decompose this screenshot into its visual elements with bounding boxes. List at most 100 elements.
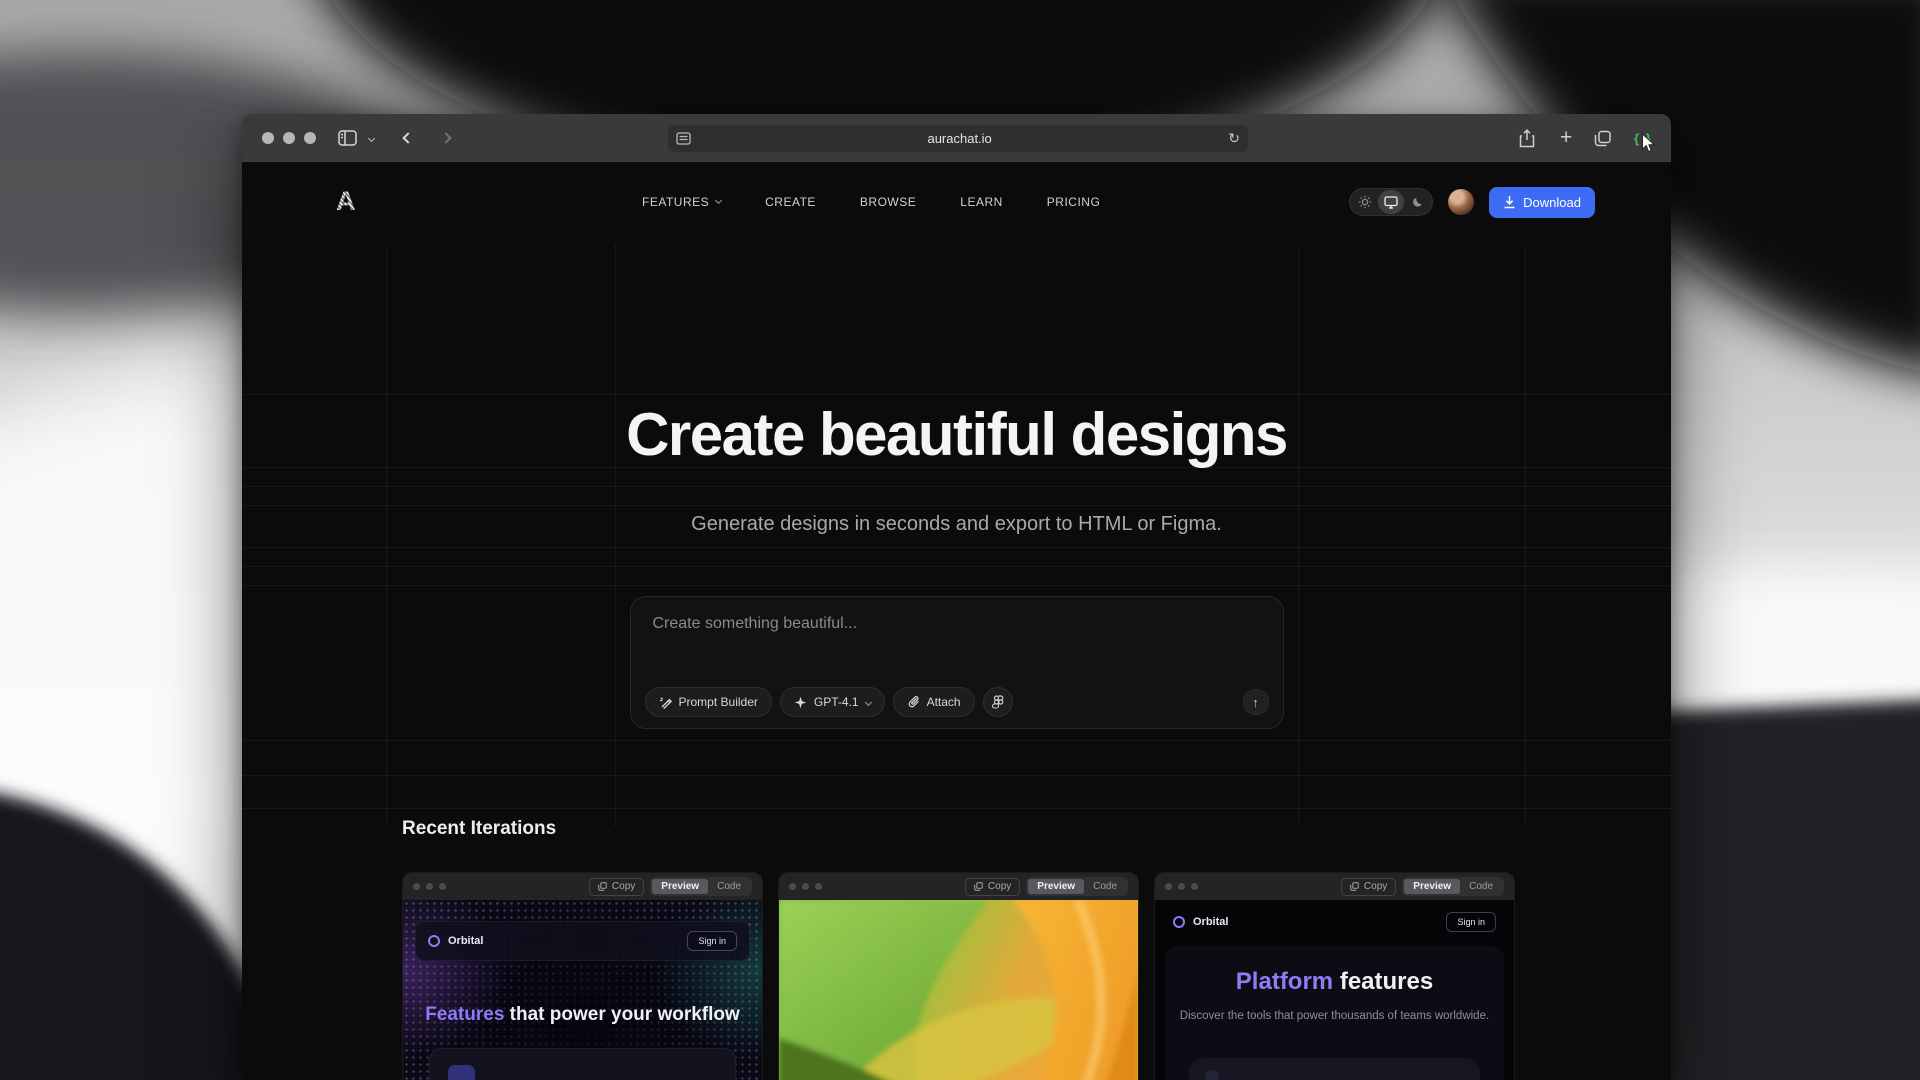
window-dot-icon — [1165, 883, 1172, 890]
preview-subtitle: Discover the tools that power thousands … — [1165, 1010, 1504, 1022]
preview-panel-button — [448, 1065, 475, 1080]
page-title: Create beautiful designs — [242, 400, 1671, 469]
nav-item-create[interactable]: CREATE — [765, 195, 816, 209]
copy-button[interactable]: Copy — [1341, 878, 1396, 896]
nav-right-controls: Download — [1349, 162, 1595, 242]
view-switcher: Preview Code — [650, 877, 752, 896]
window-dot-icon — [1178, 883, 1185, 890]
reload-icon[interactable]: ↻ — [1228, 130, 1240, 147]
nav-item-pricing[interactable]: PRICING — [1047, 195, 1101, 209]
signin-button[interactable]: Sign in — [1446, 912, 1496, 932]
iteration-card-3[interactable]: Copy Preview Code Orbital Sign in — [1154, 872, 1515, 1080]
window-dot-icon — [789, 883, 796, 890]
code-tab[interactable]: Code — [708, 879, 750, 894]
share-icon[interactable] — [1519, 114, 1535, 162]
recent-iterations-title: Recent Iterations — [402, 818, 556, 840]
address-bar[interactable]: aurachat.io ↻ — [667, 124, 1249, 153]
mouse-cursor — [1641, 133, 1658, 154]
sun-icon — [1358, 195, 1372, 209]
theme-dark-button[interactable] — [1404, 190, 1430, 214]
gradient-artwork — [779, 900, 1138, 1080]
orbital-logo-icon — [428, 935, 440, 947]
orbital-logo-icon — [1173, 916, 1185, 928]
back-button[interactable] — [404, 114, 412, 162]
card-toolbar: Copy Preview Code — [1155, 873, 1514, 900]
window-dot-icon — [1191, 883, 1198, 890]
preview-tab[interactable]: Preview — [1028, 879, 1084, 894]
prompt-input[interactable] — [651, 613, 1251, 673]
card-toolbar: Copy Preview Code — [779, 873, 1138, 900]
recent-cards-row: Copy Preview Code Orbital Sign in — [402, 872, 1515, 1080]
browser-window: aurachat.io ↻ + { } — [242, 114, 1671, 1080]
code-tab[interactable]: Code — [1084, 879, 1126, 894]
prompt-builder-button[interactable]: Prompt Builder — [645, 687, 772, 717]
figma-icon — [992, 695, 1004, 709]
browser-toolbar: aurachat.io ↻ + { } — [242, 114, 1671, 162]
prompt-toolbar: Prompt Builder GPT-4.1 Attach — [645, 687, 1269, 717]
copy-icon — [598, 882, 607, 891]
preview-navbar: Orbital Sign in — [415, 921, 750, 961]
page-subtitle: Generate designs in seconds and export t… — [242, 513, 1671, 536]
iteration-card-2[interactable]: Copy Preview Code — [778, 872, 1139, 1080]
webpage: A FEATURES CREATE BROWSE LEARN PRICING — [242, 162, 1671, 1080]
iteration-card-1[interactable]: Copy Preview Code Orbital Sign in — [402, 872, 763, 1080]
nav-item-learn[interactable]: LEARN — [960, 195, 1003, 209]
figma-export-button[interactable] — [983, 687, 1013, 717]
traffic-lights — [262, 132, 316, 144]
download-button[interactable]: Download — [1489, 187, 1595, 218]
theme-light-button[interactable] — [1352, 190, 1378, 214]
window-dot-icon — [439, 883, 446, 890]
site-logo[interactable]: A — [336, 186, 356, 217]
model-select-button[interactable]: GPT-4.1 — [780, 687, 885, 717]
preview-heading: Features that power your workflow — [403, 1004, 762, 1026]
attach-button[interactable]: Attach — [893, 687, 975, 717]
chevron-down-icon — [715, 197, 722, 204]
view-switcher: Preview Code — [1402, 877, 1504, 896]
preview-panel: Platform features Discover the tools tha… — [1165, 946, 1504, 1080]
nav-item-features[interactable]: FEATURES — [642, 195, 721, 209]
sidebar-toggle-icon[interactable] — [338, 114, 357, 162]
window-dot-icon — [426, 883, 433, 890]
monitor-icon — [1384, 196, 1398, 209]
card-preview: Orbital Sign in Platform features Discov… — [1155, 900, 1514, 1080]
card-preview — [779, 900, 1138, 1080]
preview-navbar: Orbital Sign in — [1155, 900, 1514, 944]
paperclip-icon — [907, 696, 920, 709]
chevron-down-icon — [865, 698, 872, 705]
user-avatar[interactable] — [1448, 189, 1474, 215]
preview-subpanel — [1189, 1058, 1480, 1080]
send-button[interactable]: ↑ — [1243, 689, 1269, 715]
copy-button[interactable]: Copy — [965, 878, 1020, 896]
tab-overview-icon[interactable] — [1594, 114, 1612, 162]
magic-pen-icon — [659, 696, 672, 709]
moon-icon — [1411, 196, 1424, 209]
subpanel-icon — [1205, 1070, 1219, 1080]
copy-button[interactable]: Copy — [589, 878, 644, 896]
preview-tab[interactable]: Preview — [1404, 879, 1460, 894]
signin-button[interactable]: Sign in — [687, 931, 737, 951]
new-tab-icon[interactable]: + — [1560, 114, 1572, 162]
minimize-button[interactable] — [283, 132, 295, 144]
code-tab[interactable]: Code — [1460, 879, 1502, 894]
download-icon — [1503, 195, 1516, 209]
window-dot-icon — [413, 883, 420, 890]
site-navbar: A FEATURES CREATE BROWSE LEARN PRICING — [242, 162, 1671, 242]
sparkle-icon — [794, 696, 807, 709]
copy-icon — [974, 882, 983, 891]
preview-heading: Platform features — [1165, 968, 1504, 996]
view-switcher: Preview Code — [1026, 877, 1128, 896]
preview-tab[interactable]: Preview — [652, 879, 708, 894]
prompt-box: Prompt Builder GPT-4.1 Attach — [630, 596, 1284, 729]
copy-icon — [1350, 882, 1359, 891]
theme-toggle — [1349, 188, 1433, 216]
theme-system-button[interactable] — [1378, 190, 1404, 214]
reader-icon — [676, 132, 691, 145]
close-button[interactable] — [262, 132, 274, 144]
zoom-button[interactable] — [304, 132, 316, 144]
card-toolbar: Copy Preview Code — [403, 873, 762, 900]
nav-item-browse[interactable]: BROWSE — [860, 195, 916, 209]
preview-panel — [429, 1048, 736, 1080]
forward-button[interactable] — [442, 114, 450, 162]
window-dot-icon — [815, 883, 822, 890]
sidebar-chevron-icon[interactable] — [369, 114, 374, 162]
